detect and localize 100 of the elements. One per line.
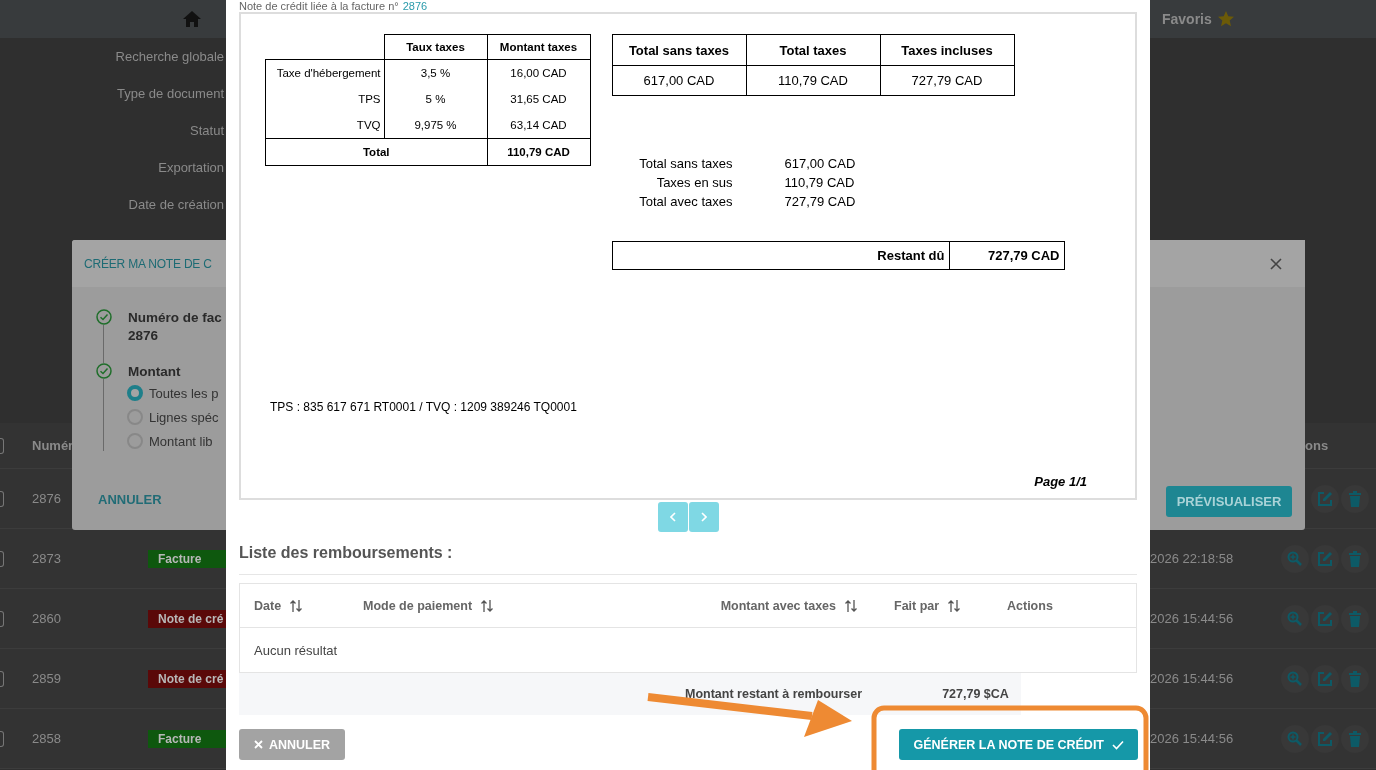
empty-message: Aucun résultat <box>254 642 338 658</box>
checkbox[interactable] <box>0 610 4 627</box>
page-number: Page 1/1 <box>1034 474 1087 489</box>
table-header: Montant taxes <box>487 34 590 60</box>
step-label: Numéro de fac <box>128 309 222 327</box>
checkbox[interactable] <box>0 670 4 687</box>
edit-button[interactable] <box>1311 544 1339 573</box>
chevron-right-icon <box>700 512 707 522</box>
radio-label[interactable]: Toutes les p <box>149 385 219 401</box>
next-page-button[interactable] <box>688 502 719 532</box>
preview-button[interactable]: PRÉVISUALISER <box>1166 486 1292 517</box>
filter-label: Recherche globale <box>115 48 224 66</box>
sort-icon[interactable] <box>480 598 495 613</box>
search-button[interactable] <box>1281 724 1309 753</box>
cancel-button[interactable]: ANNULER <box>239 729 346 760</box>
favorites-label[interactable]: Favoris <box>1162 11 1212 27</box>
trash-icon <box>1347 490 1363 507</box>
table-cell: Total <box>265 138 487 166</box>
column-header[interactable]: Fait par <box>894 598 940 613</box>
table-cell: 2858 <box>32 731 61 746</box>
table-cell: TVQ <box>265 112 384 139</box>
summary-label: Total avec taxes <box>638 194 733 209</box>
edit-button[interactable] <box>1311 724 1339 753</box>
section-title: Liste des remboursements : <box>239 544 1137 575</box>
trash-button[interactable] <box>1341 724 1369 753</box>
filter-label: Type de document <box>117 85 224 103</box>
column-header: ons <box>1305 438 1329 453</box>
table-header: Total sans taxes <box>612 34 746 66</box>
checkbox[interactable] <box>0 437 4 454</box>
search-button[interactable] <box>1281 604 1309 633</box>
checkbox[interactable] <box>0 730 4 747</box>
table-cell: 110,79 CAD <box>746 65 880 96</box>
summary-label: Montant restant à rembourser <box>685 687 863 701</box>
table-cell: 2026 15:44:56 <box>1150 731 1234 746</box>
table-cell: 2876 <box>32 491 61 506</box>
sort-icon[interactable] <box>947 598 962 613</box>
table-cell: 2873 <box>32 551 61 566</box>
home-icon[interactable] <box>183 11 201 27</box>
invoice-link[interactable]: 2876 <box>402 0 428 12</box>
trash-button[interactable] <box>1341 484 1369 513</box>
close-icon <box>254 740 263 749</box>
chevron-left-icon <box>669 512 676 522</box>
table-header: Taux taxes <box>384 34 487 60</box>
column-header[interactable]: Date <box>254 598 282 613</box>
generate-button[interactable]: GÉNÉRER LA NOTE DE CRÉDIT <box>899 729 1138 760</box>
edit-button[interactable] <box>1311 664 1339 693</box>
trash-button[interactable] <box>1341 604 1369 633</box>
trash-icon <box>1347 670 1363 687</box>
table-cell: Restant dû <box>612 241 949 270</box>
trash-icon <box>1347 610 1363 627</box>
search-button[interactable] <box>1281 664 1309 693</box>
tax-numbers: TPS : 835 617 671 RT0001 / TVQ : 1209 389246 TQ0001 <box>270 400 578 414</box>
summary-value: 727,79 $CA <box>942 687 1009 701</box>
table-cell: 727,79 CAD <box>949 241 1064 270</box>
table-header: Total taxes <box>746 34 880 66</box>
status-badge: Facture <box>148 549 226 568</box>
edit-icon <box>1317 670 1333 687</box>
table-cell: 9,975 % <box>384 112 487 139</box>
trash-icon <box>1347 730 1363 747</box>
table-cell: 31,65 CAD <box>487 86 590 112</box>
radio-button[interactable] <box>127 385 143 401</box>
modal-subtitle: Note de crédit liée à la facture n° <box>239 0 399 12</box>
search-icon <box>1287 730 1303 747</box>
step-value: 2876 <box>128 327 160 345</box>
checkbox[interactable] <box>0 490 4 507</box>
radio-label[interactable]: Lignes spéc <box>149 409 219 425</box>
search-icon <box>1287 550 1303 567</box>
table-cell: 2026 22:18:58 <box>1150 551 1234 566</box>
filter-label: Exportation <box>158 159 224 177</box>
column-header[interactable]: Mode de paiement <box>363 598 473 613</box>
summary-label: Total sans taxes <box>638 156 733 171</box>
close-button[interactable] <box>1270 257 1282 270</box>
search-icon <box>1287 670 1303 687</box>
summary-value: 727,79 CAD <box>784 194 857 209</box>
star-icon <box>1217 11 1234 27</box>
table-cell: 2026 15:44:56 <box>1150 611 1234 626</box>
dialog-title: CRÉER MA NOTE DE C <box>84 256 212 271</box>
column-header[interactable]: Montant avec taxes <box>720 598 836 613</box>
trash-button[interactable] <box>1341 664 1369 693</box>
edit-icon <box>1317 490 1333 507</box>
sort-icon[interactable] <box>289 598 304 613</box>
table-cell: 727,79 CAD <box>880 65 1014 96</box>
checkbox[interactable] <box>0 550 4 567</box>
edit-button[interactable] <box>1311 484 1339 513</box>
previous-page-button[interactable] <box>657 502 688 532</box>
search-icon <box>1287 610 1303 627</box>
table-header: Taxes incluses <box>880 34 1014 66</box>
table-cell: 2860 <box>32 611 61 626</box>
edit-icon <box>1317 730 1333 747</box>
step-label: Montant <box>128 363 182 381</box>
search-button[interactable] <box>1281 544 1309 573</box>
trash-button[interactable] <box>1341 544 1369 573</box>
edit-button[interactable] <box>1311 604 1339 633</box>
filter-label: Date de création <box>128 196 224 214</box>
sort-icon[interactable] <box>844 598 858 613</box>
table-cell: 2859 <box>32 671 61 686</box>
column-header: Numér <box>32 438 74 453</box>
summary-value: 617,00 CAD <box>784 156 857 171</box>
edit-icon <box>1317 550 1333 567</box>
radio-label[interactable]: Montant lib <box>149 433 213 449</box>
